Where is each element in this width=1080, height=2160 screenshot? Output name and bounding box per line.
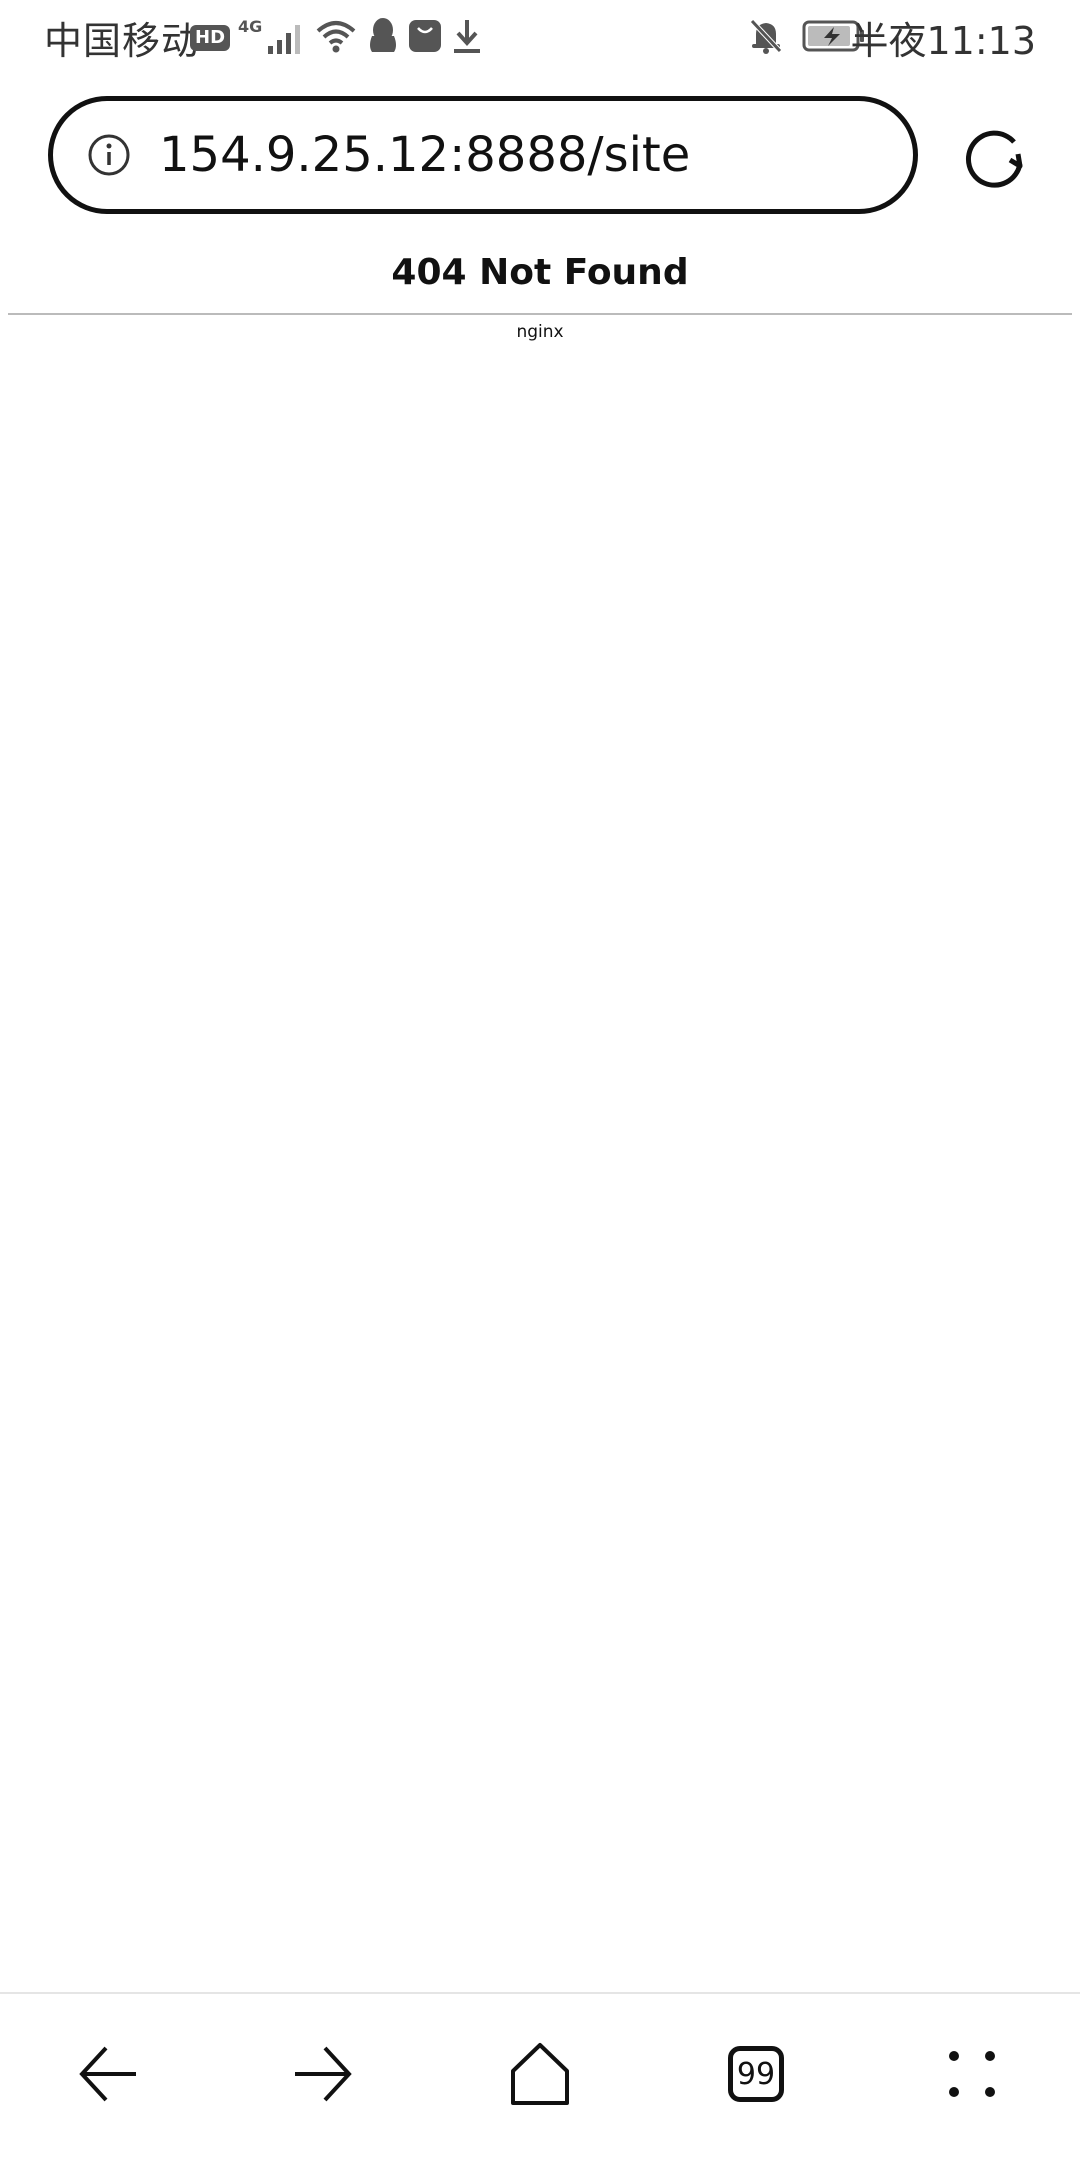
reload-icon[interactable] bbox=[962, 124, 1028, 190]
status-time: 半夜11:13 bbox=[850, 19, 1036, 63]
carrier-name: 中国移动 bbox=[44, 19, 201, 63]
menu-icon bbox=[949, 2051, 995, 2097]
info-icon[interactable] bbox=[87, 133, 131, 177]
divider bbox=[8, 313, 1072, 315]
status-icons-right bbox=[748, 14, 866, 62]
url-text[interactable]: 154.9.25.12:8888/site bbox=[159, 127, 690, 183]
error-heading: 404 Not Found bbox=[391, 252, 689, 293]
huawei-store-icon bbox=[408, 19, 442, 57]
menu-button[interactable] bbox=[932, 2034, 1012, 2114]
address-bar[interactable]: 154.9.25.12:8888/site bbox=[48, 96, 918, 214]
forward-button[interactable] bbox=[283, 2034, 363, 2114]
status-icons-left: HD 4G bbox=[190, 14, 484, 62]
status-bar: 中国移动 HD 4G 半夜11:13 bbox=[0, 0, 1080, 76]
forward-icon bbox=[295, 2046, 352, 2102]
bottom-nav: 99 bbox=[0, 1992, 1080, 2160]
server-name: nginx bbox=[516, 322, 564, 342]
page-content: 404 Not Found nginx bbox=[0, 230, 1080, 1990]
qq-icon bbox=[366, 16, 400, 60]
wifi-icon bbox=[314, 17, 358, 59]
network-type-label: 4G bbox=[238, 17, 263, 36]
hd-icon: HD bbox=[190, 25, 231, 51]
tabs-icon: 99 bbox=[728, 2046, 784, 2102]
home-icon bbox=[511, 2043, 569, 2105]
bell-off-icon bbox=[748, 17, 784, 59]
signal-icon: 4G bbox=[238, 17, 306, 56]
back-icon bbox=[79, 2046, 136, 2102]
download-icon bbox=[450, 17, 484, 59]
tabs-button[interactable]: 99 bbox=[716, 2034, 796, 2114]
back-button[interactable] bbox=[68, 2034, 148, 2114]
home-button[interactable] bbox=[500, 2034, 580, 2114]
